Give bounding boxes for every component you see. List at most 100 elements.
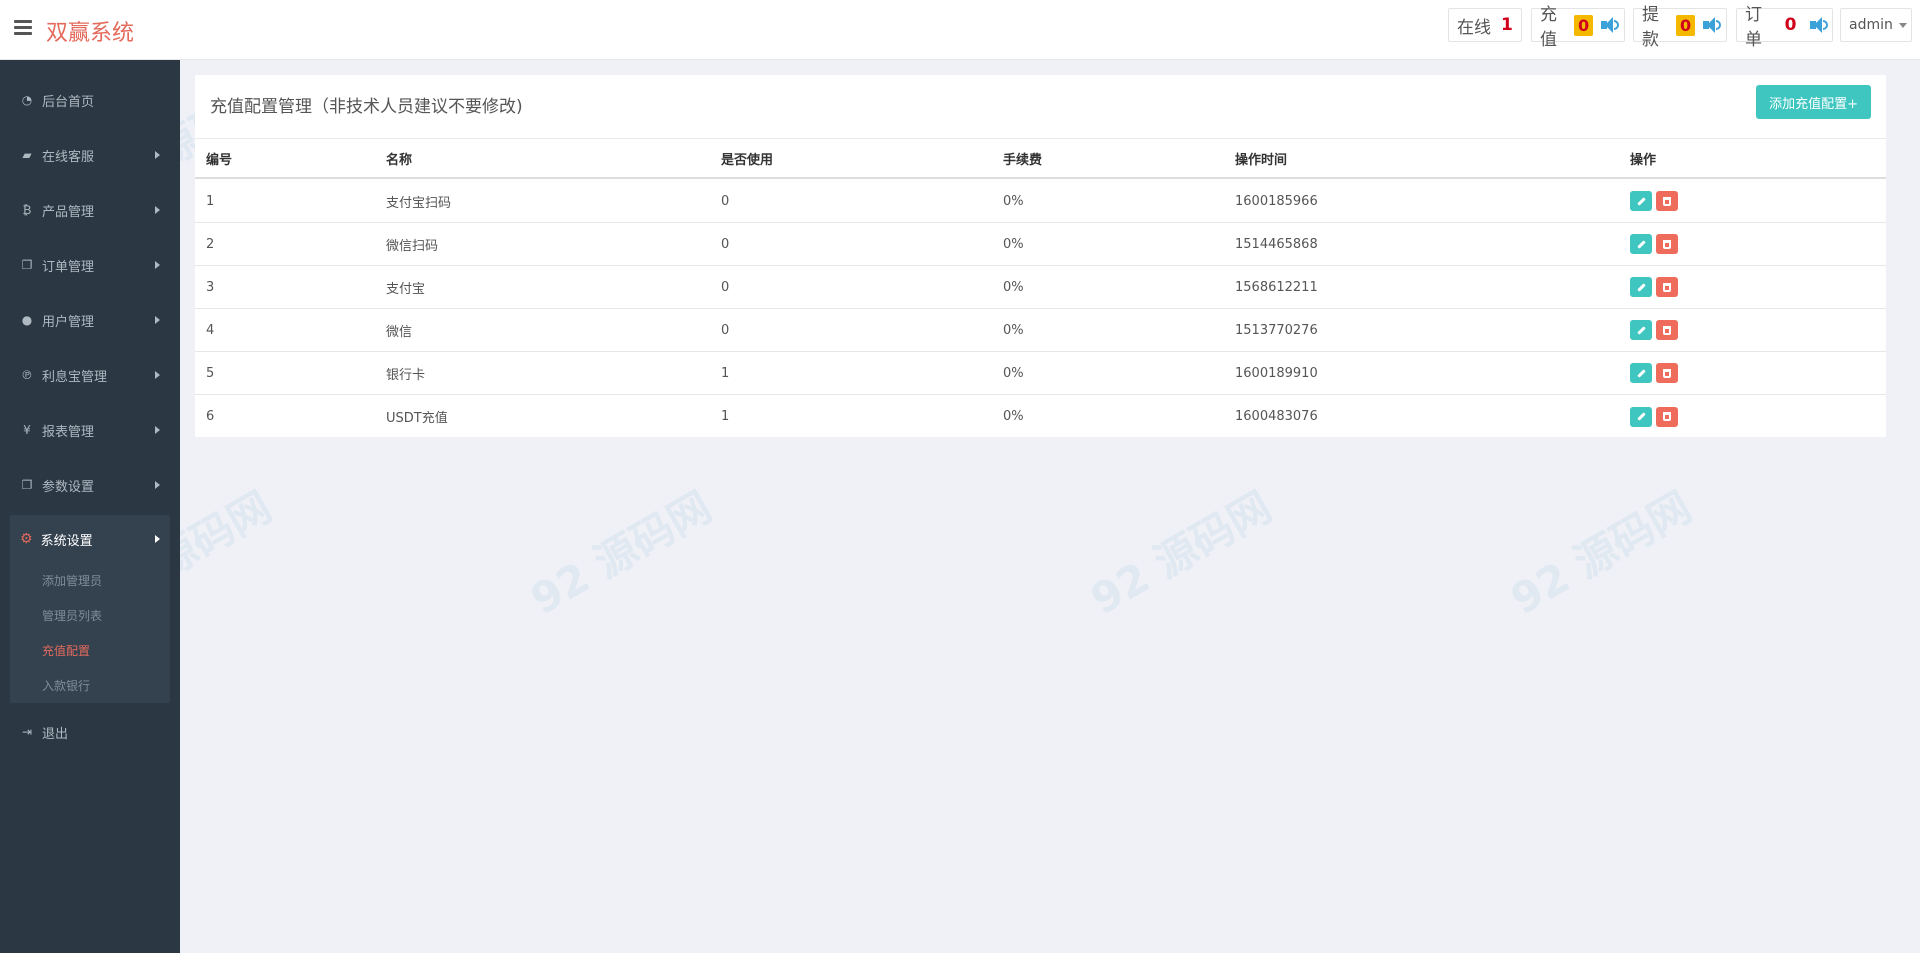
speaker-icon[interactable] [1703,17,1722,33]
edit-button[interactable] [1630,191,1652,211]
sidebar-sub-recharge-config[interactable]: 充值配置 [42,642,90,659]
sidebar-item-label: 订单管理 [42,259,95,275]
chevron-right-icon [155,426,160,434]
table-row: 3 支付宝 0 0% 1568612211 [195,266,1886,309]
edit-button[interactable] [1630,234,1652,254]
watermark: 92 源码网 [1502,482,1700,625]
withdraw-count: 0 [1676,14,1696,36]
cell-id: 5 [206,365,215,381]
user-icon: ● [21,313,33,327]
cell-id: 3 [206,279,215,295]
cell-id: 1 [206,193,215,209]
sidebar-sub-admin-list[interactable]: 管理员列表 [42,607,102,624]
edit-button[interactable] [1630,320,1652,340]
cell-id: 4 [206,322,215,338]
sidebar-sub-deposit-bank[interactable]: 入款银行 [42,677,90,694]
cell-time: 1513770276 [1235,322,1318,338]
chevron-right-icon [155,206,160,214]
cell-actions [1630,395,1682,438]
book-icon: ▰ [22,148,32,162]
cell-actions [1630,223,1682,265]
chevron-down-icon [1898,22,1907,28]
column-header: 是否使用 [721,152,774,168]
brand-title: 双赢系统 [46,21,135,46]
cell-name: 支付宝 [386,281,426,297]
sidebar-item-interest[interactable]: ℗ 利息宝管理 [0,350,180,400]
copy-icon: ❐ [21,258,33,272]
bitcoin-icon: ₿ [22,203,32,217]
sidebar-item-users[interactable]: ● 用户管理 [0,295,180,345]
cell-fee: 0% [1003,193,1024,209]
trash-icon [1663,325,1671,335]
chevron-right-icon [155,316,160,324]
cell-fee: 0% [1003,409,1024,424]
cell-actions [1630,266,1682,308]
sidebar-item-system-settings[interactable]: ⚙ 系统设置 [10,515,170,563]
order-indicator[interactable]: 订单 0 [1736,5,1833,50]
table-row: 1 支付宝扫码 0 0% 1600185966 [195,180,1886,223]
delete-button[interactable] [1656,277,1678,297]
delete-button[interactable] [1656,234,1678,254]
column-header: 手续费 [1003,152,1043,168]
sidebar-item-label: 利息宝管理 [42,369,108,385]
sidebar-item-params[interactable]: ❐ 参数设置 [0,460,180,510]
cell-fee: 0% [1003,365,1024,381]
chevron-right-icon [155,371,160,379]
user-name: admin [1849,17,1893,33]
table-header: 编号 名称 是否使用 手续费 操作时间 操作 [195,139,1886,179]
pencil-icon [1636,368,1646,378]
edit-button[interactable] [1630,363,1652,383]
trash-icon [1663,196,1671,206]
edit-button[interactable] [1630,277,1652,297]
dashboard-icon: ◔ [21,93,33,107]
sidebar-sub-add-admin[interactable]: 添加管理员 [42,572,102,589]
table-row: 4 微信 0 0% 1513770276 [195,309,1886,352]
table-row: 5 银行卡 1 0% 1600189910 [195,352,1886,395]
cell-name: 支付宝扫码 [386,195,452,211]
edit-button[interactable] [1630,406,1652,427]
cell-enabled: 1 [721,409,730,424]
chevron-right-icon [155,481,160,489]
delete-button[interactable] [1656,191,1678,211]
copy-icon: ❐ [21,478,33,492]
withdraw-indicator[interactable]: 提款 0 [1633,5,1727,50]
sidebar-item-label: 产品管理 [42,204,95,220]
sidebar-item-logout[interactable]: ⇥ 退出 [0,707,180,757]
recharge-config-panel: 充值配置管理（非技术人员建议不要修改) 添加充值配置+ 编号 名称 是否使用 手… [195,75,1886,437]
cell-actions [1630,352,1682,394]
column-header: 操作 [1630,152,1657,168]
sidebar-item-label: 系统设置 [40,533,93,549]
add-recharge-config-button[interactable]: 添加充值配置+ [1756,85,1871,119]
table-row: 2 微信扫码 0 0% 1514465868 [195,223,1886,266]
sidebar-item-reports[interactable]: ¥ 报表管理 [0,405,180,455]
delete-button[interactable] [1656,363,1678,383]
user-menu[interactable]: admin [1840,8,1912,42]
cell-name: 银行卡 [386,367,426,383]
speaker-icon[interactable] [1601,17,1620,33]
sidebar-item-support[interactable]: ▰ 在线客服 [0,130,180,180]
table-row: 6 USDT充值 1 0% 1600483076 [195,395,1886,438]
column-header: 操作时间 [1235,152,1288,168]
speaker-icon[interactable] [1810,17,1829,33]
pinterest-icon: ℗ [21,368,33,382]
hamburger-menu-icon[interactable] [14,20,32,36]
cell-enabled: 1 [721,365,730,381]
sidebar-item-dashboard[interactable]: ◔ 后台首页 [0,75,180,125]
order-label: 订单 [1745,5,1762,50]
sidebar-item-orders[interactable]: ❐ 订单管理 [0,240,180,290]
sidebar-item-label: 参数设置 [42,479,95,495]
column-header: 编号 [206,152,233,168]
cell-enabled: 0 [721,236,730,252]
chevron-right-icon [155,261,160,269]
cell-enabled: 0 [721,322,730,338]
pencil-icon [1636,239,1646,249]
delete-button[interactable] [1656,406,1678,427]
online-indicator[interactable]: 在线 1 [1448,8,1522,42]
recharge-indicator[interactable]: 充值 0 [1531,5,1625,50]
sidebar-item-label: 报表管理 [42,424,95,440]
cell-time: 1600189910 [1235,365,1318,381]
sidebar-item-products[interactable]: ₿ 产品管理 [0,185,180,235]
cell-fee: 0% [1003,322,1024,338]
pencil-icon [1636,282,1646,292]
delete-button[interactable] [1656,320,1678,340]
